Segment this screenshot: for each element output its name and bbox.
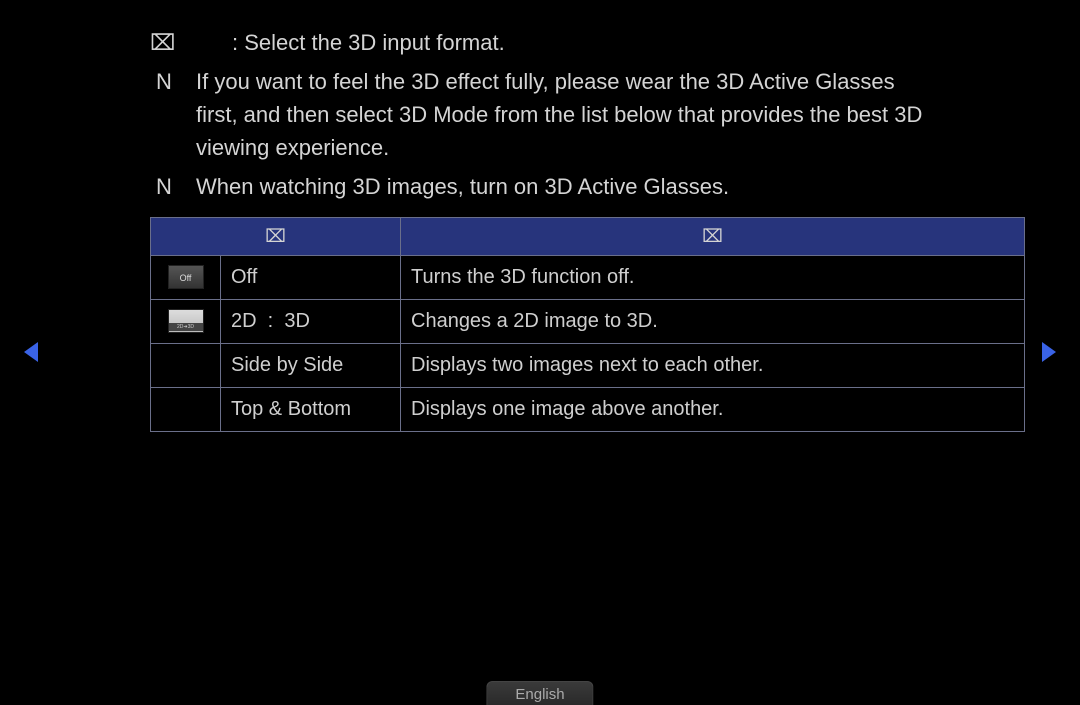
note-text: If you want to feel the 3D effect fully,… bbox=[196, 65, 930, 164]
intro-text: : Select the 3D input format. bbox=[232, 30, 505, 55]
table-header-desc: ⌧ bbox=[401, 217, 1025, 255]
intro-line: ⌧ : Select the 3D input format. bbox=[150, 28, 930, 59]
note-row: N If you want to feel the 3D effect full… bbox=[150, 65, 930, 164]
table-row: Off Off Turns the 3D function off. bbox=[151, 255, 1025, 299]
prev-page-button[interactable] bbox=[22, 340, 42, 364]
2d-3d-icon: 2D➜3D bbox=[168, 309, 204, 333]
off-icon: Off bbox=[168, 265, 204, 289]
table-row: Side by Side Displays two images next to… bbox=[151, 343, 1025, 387]
help-content: ⌧ : Select the 3D input format. N If you … bbox=[0, 0, 1080, 432]
mode-icon-cell bbox=[151, 387, 221, 431]
mode-icon-cell: Off bbox=[151, 255, 221, 299]
mode-desc: Changes a 2D image to 3D. bbox=[401, 299, 1025, 343]
mode-desc: Displays one image above another. bbox=[401, 387, 1025, 431]
mode-icon-cell bbox=[151, 343, 221, 387]
mode-desc: Displays two images next to each other. bbox=[401, 343, 1025, 387]
language-tab[interactable]: English bbox=[486, 681, 593, 705]
mode-table: ⌧ ⌧ Off Off Turns the 3D function off. 2… bbox=[150, 217, 1025, 432]
table-row: Top & Bottom Displays one image above an… bbox=[151, 387, 1025, 431]
note-marker-icon: N bbox=[150, 65, 196, 98]
mode-desc: Turns the 3D function off. bbox=[401, 255, 1025, 299]
note-marker-icon: N bbox=[150, 170, 196, 203]
triangle-left-icon bbox=[22, 340, 42, 364]
note-text: When watching 3D images, turn on 3D Acti… bbox=[196, 170, 930, 203]
mode-name: Top & Bottom bbox=[221, 387, 401, 431]
mode-name: 2D : 3D bbox=[221, 299, 401, 343]
table-row: 2D➜3D 2D : 3D Changes a 2D image to 3D. bbox=[151, 299, 1025, 343]
mode-table-wrap: ⌧ ⌧ Off Off Turns the 3D function off. 2… bbox=[150, 217, 930, 432]
note-row: N When watching 3D images, turn on 3D Ac… bbox=[150, 170, 930, 203]
table-header-row: ⌧ ⌧ bbox=[151, 217, 1025, 255]
mode-icon-cell: 2D➜3D bbox=[151, 299, 221, 343]
format-glyph-icon: ⌧ bbox=[150, 28, 172, 59]
table-header-mode: ⌧ bbox=[151, 217, 401, 255]
language-label: English bbox=[515, 686, 564, 703]
next-page-button[interactable] bbox=[1038, 340, 1058, 364]
triangle-right-icon bbox=[1038, 340, 1058, 364]
mode-name: Side by Side bbox=[221, 343, 401, 387]
mode-name: Off bbox=[221, 255, 401, 299]
